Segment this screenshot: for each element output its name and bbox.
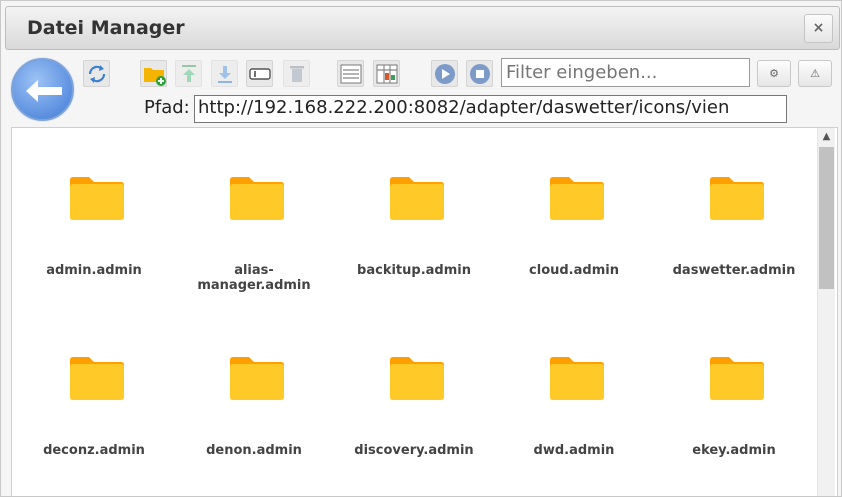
title-bar: Datei Manager × [5,6,840,50]
file-item[interactable]: backitup.admin [339,128,489,278]
filter-input[interactable] [501,58,750,87]
settings-button[interactable]: ⚙ [757,60,791,87]
file-item[interactable]: alias-manager.admin [179,128,329,293]
folder-icon [710,177,764,220]
folder-icon [710,357,764,400]
download-button[interactable] [211,60,238,87]
file-grid: admin.admin alias-manager.admin backitup.a… [11,127,838,496]
file-item[interactable]: admin.admin [19,128,169,278]
warning-button[interactable]: ⚠ [798,60,832,87]
back-arrow-icon [26,80,62,102]
folder-icon [550,357,604,400]
path-label: Pfad: [144,97,190,118]
trash-icon [290,66,304,82]
folder-icon [70,177,124,220]
play-button[interactable] [431,60,458,87]
file-item[interactable]: discovery.admin [339,308,489,458]
refresh-icon [88,65,106,83]
warning-icon: ⚠ [810,67,820,80]
rename-button[interactable] [246,60,273,87]
folder-icon [550,177,604,220]
play-icon [435,64,455,84]
file-item-label: backitup.admin [357,263,471,278]
file-item[interactable]: dwd.admin [499,308,649,458]
dialog-title: Datei Manager [27,17,185,39]
file-item-label: cloud.admin [529,263,619,278]
folder-icon [230,177,284,220]
file-item[interactable]: daswetter.admin [659,128,809,278]
file-item-label: ekey.admin [692,443,776,458]
stop-icon [470,64,490,84]
path-input[interactable]: http://192.168.222.200:8082/adapter/dasw… [194,95,787,123]
refresh-button[interactable] [83,60,110,87]
table-view-icon [376,64,398,84]
download-icon [218,66,232,83]
file-manager-dialog: Datei Manager × Filter eingeben... ⚙ ⚠ P… [0,0,842,497]
scroll-thumb[interactable] [819,147,834,289]
folder-icon [390,177,444,220]
file-item-label: denon.admin [206,443,302,458]
folder-icon [230,357,284,400]
file-item-label: alias-manager.admin [197,263,311,293]
new-folder-button[interactable] [140,60,167,87]
delete-button[interactable] [283,60,310,87]
rename-icon [249,68,271,80]
close-button[interactable]: × [804,14,833,43]
file-item[interactable]: cloud.admin [499,128,649,278]
file-item-label: daswetter.admin [672,263,796,278]
file-item-label: dwd.admin [533,443,615,458]
folder-icon [390,357,444,400]
file-item[interactable]: denon.admin [179,308,329,458]
file-item[interactable]: deconz.admin [19,308,169,458]
list-view-icon [340,64,362,84]
gear-icon: ⚙ [769,67,779,80]
file-item[interactable]: ekey.admin [659,308,809,458]
upload-icon [182,65,196,82]
stop-button[interactable] [466,60,493,87]
scroll-up-arrow[interactable]: ▲ [818,128,835,145]
upload-button[interactable] [175,60,202,87]
file-item-label: deconz.admin [43,443,145,458]
back-button[interactable] [11,58,74,121]
file-item-label: admin.admin [46,263,142,278]
vertical-scrollbar[interactable]: ▲ [817,128,835,496]
folder-add-icon [144,68,166,86]
list-view-button[interactable] [337,60,364,87]
folder-icon [70,357,124,400]
file-item-label: discovery.admin [354,443,474,458]
table-view-button[interactable] [373,60,400,87]
